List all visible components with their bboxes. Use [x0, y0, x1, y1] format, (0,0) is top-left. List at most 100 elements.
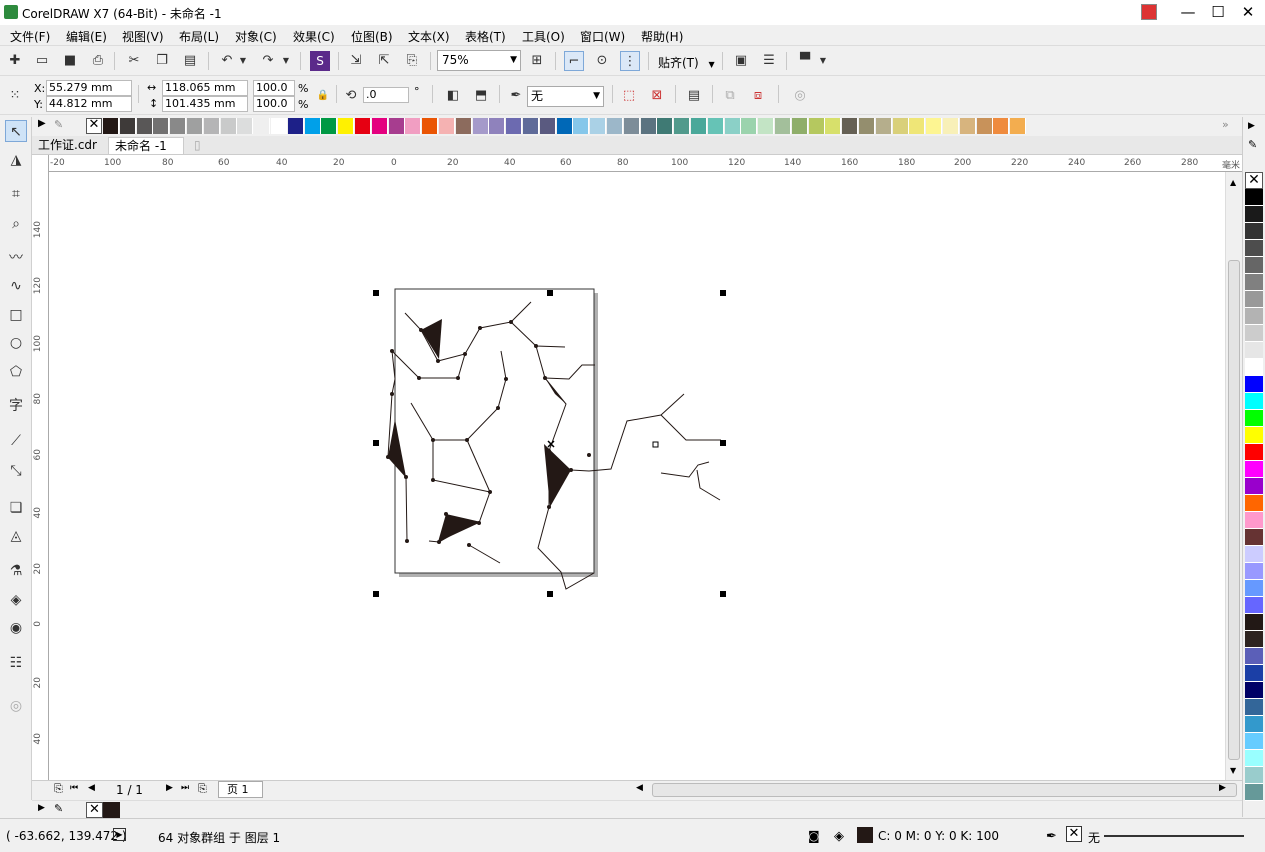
palette-swatch[interactable]	[1245, 410, 1263, 427]
palette-swatch[interactable]	[455, 118, 472, 134]
paste-icon[interactable]: ▤	[180, 51, 200, 71]
palette-swatch[interactable]	[489, 118, 506, 134]
ellipse-tool-icon[interactable]: ○	[5, 332, 27, 354]
palette-swatch[interactable]	[1245, 648, 1263, 665]
palette-swatch[interactable]	[741, 118, 758, 134]
fill-bucket-icon[interactable]: ◈	[834, 829, 844, 844]
new-document-icon[interactable]: ✚	[5, 51, 25, 71]
scroll-up-icon[interactable]: ▲	[1230, 178, 1236, 187]
palette-swatch[interactable]	[640, 118, 657, 134]
palette-scroll-right-icon[interactable]: »	[1222, 118, 1229, 131]
add-page-icon[interactable]: ⎘	[198, 782, 207, 796]
palette-swatch[interactable]	[1245, 682, 1263, 699]
welcome-screen-icon[interactable]: ▣	[731, 51, 751, 71]
insert-page-icon[interactable]: ⎘	[54, 782, 63, 796]
object-origin-icon[interactable]: ⁙	[5, 86, 25, 106]
maximize-button[interactable]: ☐	[1203, 0, 1233, 25]
palette-swatch[interactable]	[1245, 665, 1263, 682]
options-icon[interactable]: ☰	[759, 51, 779, 71]
palette-swatch[interactable]	[153, 118, 170, 134]
palette-swatch[interactable]	[808, 118, 825, 134]
palette-swatch[interactable]	[1245, 325, 1263, 342]
height-field[interactable]: 101.435 mm	[162, 96, 248, 112]
combine-icon[interactable]: ⧉	[720, 86, 740, 106]
convert-to-curves-icon[interactable]: ◎	[790, 86, 810, 106]
palette-swatch[interactable]	[573, 118, 590, 134]
palette-swatch[interactable]	[1245, 478, 1263, 495]
show-guidelines-icon[interactable]: ⋮	[620, 51, 640, 71]
save-icon[interactable]: ■	[60, 51, 80, 71]
break-apart-icon[interactable]: ⧈	[748, 86, 768, 106]
first-page-icon[interactable]: ⏮	[70, 783, 78, 793]
palette-swatch[interactable]	[1245, 206, 1263, 223]
palette-swatch[interactable]	[355, 118, 371, 134]
palette-swatch[interactable]	[1245, 393, 1263, 410]
palette-swatch[interactable]	[1245, 223, 1263, 240]
palette-swatch[interactable]	[203, 118, 220, 134]
vertical-scroll-thumb[interactable]	[1228, 260, 1240, 760]
rotation-angle-field[interactable]: .0	[363, 87, 409, 103]
customize-toolbox-icon[interactable]: ☷	[5, 652, 27, 674]
palette-swatch[interactable]	[959, 118, 976, 134]
palette-swatch[interactable]	[1245, 563, 1263, 580]
crop-tool-icon[interactable]: ⌗	[5, 183, 27, 205]
palette-swatch[interactable]	[993, 118, 1010, 134]
undo-icon[interactable]: ↶	[217, 51, 237, 71]
horizontal-scrollbar[interactable]	[652, 783, 1237, 797]
palette-swatch[interactable]	[1245, 767, 1263, 784]
zoom-level-select[interactable]: 75% ▼	[437, 50, 521, 71]
palette-swatch[interactable]	[1245, 546, 1263, 563]
palette-swatch[interactable]	[1245, 257, 1263, 274]
import-icon[interactable]: ⇲	[346, 51, 366, 71]
palette-swatch[interactable]	[321, 118, 338, 134]
palette-swatch[interactable]	[220, 118, 237, 134]
play-icon[interactable]: ▶	[113, 828, 126, 841]
palette-swatch[interactable]	[791, 118, 808, 134]
palette-swatch[interactable]	[1245, 784, 1263, 801]
vertical-ruler[interactable]: 140 120 100 80 60 40 20 0 20 40	[32, 155, 49, 780]
palette-swatch[interactable]	[388, 118, 405, 134]
palette-swatch[interactable]	[254, 118, 271, 134]
anchor-handle[interactable]	[652, 441, 659, 448]
scroll-right-icon[interactable]: ▶	[1219, 783, 1226, 793]
palette-swatch[interactable]	[237, 118, 254, 134]
fill-settings-icon[interactable]: ◙	[808, 829, 820, 843]
horizontal-ruler[interactable]: -20 100 80 60 40 20 0 20 40 60 80 100 12…	[48, 155, 1242, 172]
user-account-icon[interactable]	[1141, 4, 1157, 20]
palette-swatch[interactable]	[103, 118, 119, 134]
scroll-left-icon[interactable]: ◀	[636, 783, 643, 793]
scroll-down-icon[interactable]: ▼	[1230, 766, 1236, 775]
palette-swatch[interactable]	[1245, 342, 1263, 359]
menu-text[interactable]: 文本(X)	[408, 28, 450, 45]
palette-swatch[interactable]	[1010, 118, 1027, 134]
palette-swatch[interactable]	[472, 118, 489, 134]
palette-swatch[interactable]	[758, 118, 775, 134]
palette-expand-icon[interactable]: ▶	[38, 803, 45, 813]
palette-swatch[interactable]	[590, 118, 607, 134]
redo-dropdown-icon[interactable]: ▼	[280, 51, 292, 71]
ungroup-objects-icon[interactable]: ⊠	[647, 86, 667, 106]
palette-swatch[interactable]	[926, 118, 943, 134]
palette-expand-icon[interactable]: ▶	[1248, 121, 1255, 131]
polygon-tool-icon[interactable]: ⬠	[5, 361, 27, 383]
connector-tool-icon[interactable]: ⤡	[5, 460, 27, 482]
eyedropper-icon[interactable]: ✎	[54, 802, 63, 815]
add-tool-icon[interactable]: ◎	[5, 695, 27, 717]
show-grid-icon[interactable]: ⊙	[592, 51, 612, 71]
palette-swatch[interactable]	[1245, 495, 1263, 512]
palette-swatch[interactable]	[187, 118, 203, 134]
new-tab-icon[interactable]: ▯	[188, 137, 207, 154]
width-field[interactable]: 118.065 mm	[162, 80, 248, 96]
palette-swatch[interactable]	[657, 118, 674, 134]
previous-page-icon[interactable]: ◀	[88, 783, 95, 793]
palette-swatch[interactable]	[707, 118, 724, 134]
print-icon[interactable]: ⎙	[88, 51, 108, 71]
close-button[interactable]: ✕	[1233, 0, 1263, 25]
black-swatch[interactable]	[103, 802, 120, 818]
eyedropper-icon[interactable]: ✎	[54, 118, 63, 131]
menu-tools[interactable]: 工具(O)	[522, 28, 565, 45]
scale-width-field[interactable]: 100.0	[253, 80, 295, 96]
palette-swatch[interactable]	[674, 118, 691, 134]
palette-swatch[interactable]	[1245, 716, 1263, 733]
palette-swatch[interactable]	[1245, 750, 1263, 767]
